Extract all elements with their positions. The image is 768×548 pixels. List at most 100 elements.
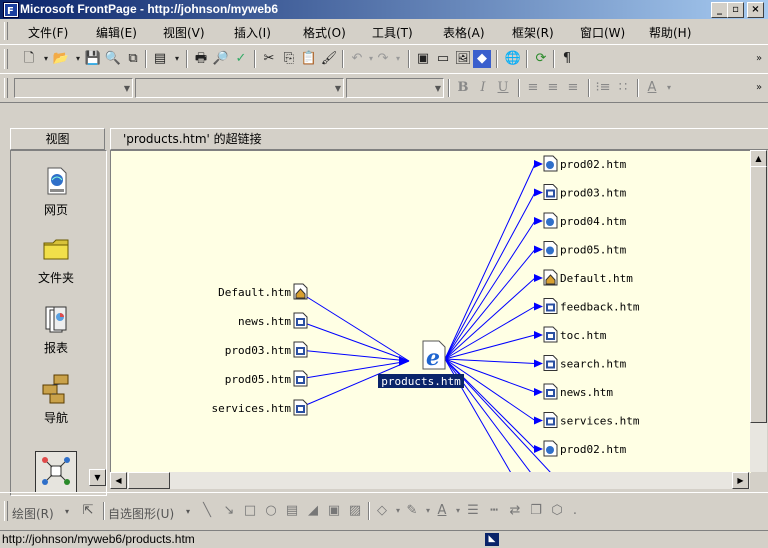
menu-window[interactable]: 窗口(W) <box>580 24 625 41</box>
incoming-page-label[interactable]: prod03.htm <box>225 344 292 357</box>
align-center-icon[interactable]: ≡ <box>544 79 562 97</box>
outgoing-page-label[interactable]: prod04.htm <box>560 215 627 228</box>
incoming-page-label[interactable]: news.htm <box>238 315 291 328</box>
font-color-button[interactable]: A <box>643 79 661 97</box>
toolbar-grip[interactable] <box>4 49 8 69</box>
toolbar-grip[interactable] <box>4 78 8 98</box>
restore-icon[interactable]: ▫ <box>727 2 744 18</box>
menu-format[interactable]: 格式(O) <box>303 24 346 41</box>
align-right-icon[interactable]: ≡ <box>564 79 582 97</box>
folder-list-icon[interactable]: ▤ <box>151 50 169 68</box>
draw-menu-button[interactable]: 绘图(R) <box>12 505 54 522</box>
view-page[interactable]: 网页 <box>17 165 95 218</box>
redo-dropdown-icon[interactable]: ▾ <box>389 50 407 68</box>
text-box-icon[interactable]: ▤ <box>283 502 301 520</box>
menu-table[interactable]: 表格(A) <box>443 24 485 41</box>
arrow-style-icon[interactable]: ⇄ <box>506 502 524 520</box>
insert-picture-icon[interactable]: 🖼 <box>454 50 472 68</box>
shadow-icon[interactable]: ❐ <box>527 502 545 520</box>
menu-tools[interactable]: 工具(T) <box>372 24 413 41</box>
menu-help[interactable]: 帮助(H) <box>649 24 691 41</box>
menu-file[interactable]: 文件(F) <box>28 24 68 41</box>
drawing-icon[interactable]: ◆ <box>473 50 491 68</box>
clipart-icon[interactable]: ▣ <box>325 502 343 520</box>
ie-page-icon[interactable]: e <box>422 340 446 371</box>
vertical-scrollbar[interactable]: ▲ <box>750 150 767 472</box>
outgoing-page-label[interactable]: prod02.htm <box>560 443 627 456</box>
3d-icon[interactable]: ⬡ <box>548 502 566 520</box>
outgoing-page-label[interactable]: prod05.htm <box>560 244 627 257</box>
hyperlinks-canvas[interactable]: Default.htm news.htm prod03.htm prod05.htm s… <box>110 150 751 473</box>
wordart-icon[interactable]: ◢ <box>304 502 322 520</box>
toolbar-options-icon[interactable]: . <box>566 502 584 520</box>
close-icon[interactable]: × <box>747 2 764 18</box>
oval-icon[interactable]: ○ <box>262 502 280 520</box>
rectangle-icon[interactable]: □ <box>241 502 259 520</box>
frontpage-app-icon[interactable]: F <box>3 2 19 18</box>
incoming-page-label[interactable]: services.htm <box>212 402 292 415</box>
autoshapes-dropdown-icon[interactable]: ▾ <box>186 507 190 516</box>
hyperlink-icon[interactable]: 🌐 <box>504 50 522 68</box>
web-component-icon[interactable]: ▣ <box>414 50 432 68</box>
autoshapes-menu-button[interactable]: 自选图形(U) <box>108 505 174 522</box>
menu-grip[interactable] <box>4 22 8 40</box>
underline-button[interactable]: U <box>494 79 512 97</box>
font-size-select[interactable]: ▼ <box>346 78 444 98</box>
copy-icon[interactable]: ⎘ <box>280 50 298 68</box>
cut-icon[interactable]: ✂ <box>260 50 278 68</box>
incoming-page-label[interactable]: prod05.htm <box>225 373 292 386</box>
outgoing-page-label[interactable]: search.htm <box>560 358 627 371</box>
toolbar-grip[interactable] <box>4 501 8 521</box>
arrow-icon[interactable]: ↘ <box>220 502 238 520</box>
save-icon[interactable]: 💾 <box>84 50 102 68</box>
toolbar-overflow-icon[interactable]: » <box>750 79 768 97</box>
select-arrow-icon[interactable]: ⇱ <box>79 502 97 520</box>
refresh-icon[interactable]: ⟳ <box>532 50 550 68</box>
format-painter-icon[interactable]: 🖌 <box>320 50 338 68</box>
view-navigation[interactable]: 导航 <box>17 373 95 426</box>
new-page-icon[interactable]: 🗋 <box>20 50 38 68</box>
minimize-icon[interactable]: _ <box>711 2 728 18</box>
picture-icon[interactable]: ▨ <box>346 502 364 520</box>
align-left-icon[interactable]: ≡ <box>524 79 542 97</box>
bullets-icon[interactable]: ∷ <box>614 79 632 97</box>
outgoing-page-label[interactable]: Default.htm <box>560 272 633 285</box>
open-folder-icon[interactable]: 📂 <box>52 50 70 68</box>
font-select[interactable]: ▼ <box>135 78 344 98</box>
paste-icon[interactable]: 📋 <box>300 50 318 68</box>
print-icon[interactable]: 🖶 <box>192 50 210 68</box>
draw-dropdown-icon[interactable]: ▾ <box>65 507 69 516</box>
view-folders[interactable]: 文件夹 <box>17 233 95 286</box>
outgoing-page-label[interactable]: toc.htm <box>560 329 607 342</box>
outgoing-page-label[interactable]: news.htm <box>560 386 613 399</box>
spelling-icon[interactable]: ✓ <box>232 50 250 68</box>
menu-view[interactable]: 视图(V) <box>163 24 205 41</box>
outgoing-page-label[interactable]: feedback.htm <box>560 301 640 314</box>
publish-icon[interactable]: ⧉ <box>124 50 142 68</box>
numbering-icon[interactable]: ⁝≡ <box>594 79 612 97</box>
outgoing-page-label[interactable]: services.htm <box>560 415 640 428</box>
vertical-scroll-thumb[interactable] <box>750 166 767 423</box>
center-page-label[interactable]: products.htm <box>381 375 461 388</box>
show-all-icon[interactable]: ¶ <box>558 50 576 68</box>
scroll-right-button[interactable]: ▶ <box>732 472 749 489</box>
horizontal-scrollbar[interactable]: ◀ ▶ <box>110 472 750 489</box>
style-select[interactable]: ▼ <box>14 78 133 98</box>
print-preview-icon[interactable]: 🔎 <box>212 50 230 68</box>
line-style-icon[interactable]: ☰ <box>464 502 482 520</box>
menu-insert[interactable]: 插入(I) <box>234 24 271 41</box>
dash-style-icon[interactable]: ┅ <box>485 502 503 520</box>
outgoing-page-label[interactable]: prod02.htm <box>560 158 627 171</box>
view-reports[interactable]: 报表 <box>17 303 95 356</box>
font-color-dropdown-icon[interactable]: ▾ <box>660 79 678 97</box>
scroll-up-button[interactable]: ▲ <box>750 150 767 167</box>
views-scroll-down-button[interactable]: ▼ <box>89 469 106 486</box>
search-icon[interactable]: 🔍 <box>104 50 122 68</box>
incoming-page-label[interactable]: Default.htm <box>218 286 291 299</box>
horizontal-scroll-thumb[interactable] <box>128 472 170 489</box>
menu-edit[interactable]: 编辑(E) <box>96 24 137 41</box>
menu-frames[interactable]: 框架(R) <box>512 24 554 41</box>
scroll-left-button[interactable]: ◀ <box>110 472 127 489</box>
line-icon[interactable]: ╲ <box>198 502 216 520</box>
views-dropdown-icon[interactable]: ▾ <box>168 50 186 68</box>
